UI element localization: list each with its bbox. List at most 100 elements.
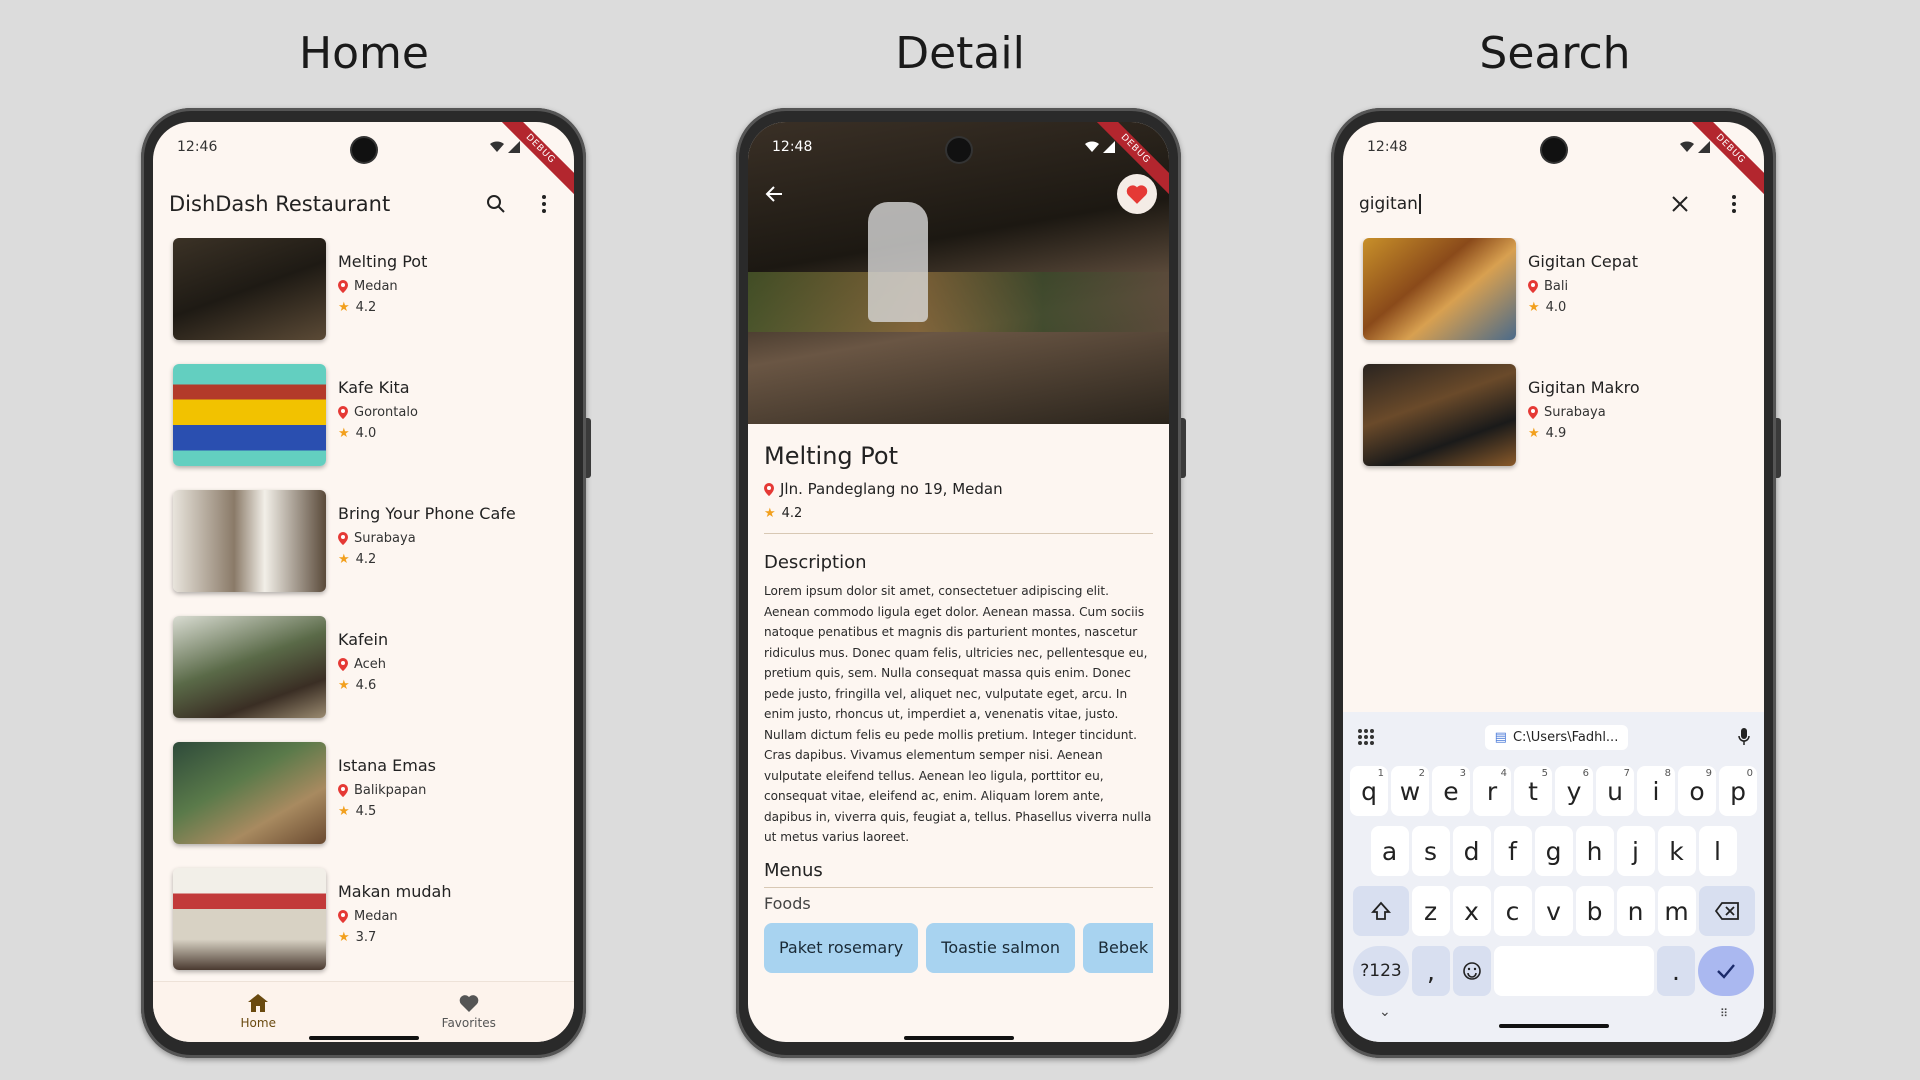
home-icon <box>248 994 269 1012</box>
restaurant-rating: 4.0 <box>355 426 377 441</box>
key-m[interactable]: m <box>1657 886 1696 936</box>
heart-icon <box>459 995 479 1012</box>
location-pin-icon <box>338 406 348 419</box>
favorite-button[interactable] <box>1117 174 1157 214</box>
key-s[interactable]: s <box>1411 826 1450 876</box>
key-r[interactable]: r4 <box>1473 766 1511 816</box>
home-indicator <box>1498 1024 1609 1028</box>
period-key[interactable]: . <box>1657 946 1695 996</box>
key-k[interactable]: k <box>1657 826 1696 876</box>
food-chip[interactable]: Bebek cr <box>1083 922 1153 973</box>
food-chip[interactable]: Paket rosemary <box>764 922 919 973</box>
keyboard-row-3: z x c v b n m <box>1343 886 1764 936</box>
search-results-list: Gigitan Cepat Bali ★ 4.0 Gigitan Makro Su… <box>1343 238 1764 498</box>
key-u[interactable]: u7 <box>1596 766 1634 816</box>
star-icon: ★ <box>1528 300 1540 315</box>
list-item[interactable]: Gigitan Cepat Bali ★ 4.0 <box>1343 238 1764 364</box>
key-o[interactable]: o9 <box>1678 766 1716 816</box>
space-key[interactable] <box>1494 946 1654 996</box>
more-vert-icon[interactable] <box>1720 190 1748 218</box>
key-h[interactable]: h <box>1575 826 1614 876</box>
restaurant-name: Kafein <box>338 630 389 649</box>
home-indicator <box>308 1036 419 1040</box>
location-pin-icon <box>764 482 774 496</box>
description-heading: Description <box>764 552 867 573</box>
emoji-key[interactable] <box>1453 946 1491 996</box>
apps-grid-icon[interactable] <box>1357 728 1375 746</box>
key-z[interactable]: z <box>1411 886 1450 936</box>
home-screen: DEBUG 12:46 DishDash Restaurant Melting … <box>153 122 574 1042</box>
food-chip[interactable]: Toastie salmon <box>926 922 1075 973</box>
close-icon[interactable] <box>1666 190 1694 218</box>
shift-key[interactable] <box>1352 886 1409 936</box>
list-item[interactable]: Istana Emas Balikpapan ★ 4.5 <box>153 742 574 868</box>
search-input[interactable]: gigitan <box>1359 194 1421 214</box>
restaurant-list: Melting Pot Medan ★ 4.2 Kafe Kita Goronta… <box>153 238 574 984</box>
list-item[interactable]: Kafein Aceh ★ 4.6 <box>153 616 574 742</box>
restaurant-name: Gigitan Makro <box>1528 378 1640 397</box>
list-item[interactable]: Bring Your Phone Cafe Surabaya ★ 4.2 <box>153 490 574 616</box>
nav-home[interactable]: Home <box>153 982 364 1042</box>
keyboard-row-4: ?123 , . <box>1343 946 1764 996</box>
wifi-icon <box>1085 141 1099 152</box>
key-d[interactable]: d <box>1452 826 1491 876</box>
backspace-icon <box>1714 902 1739 920</box>
key-e[interactable]: e3 <box>1432 766 1470 816</box>
keyboard-toolbar: ▤ C:\Users\Fadhl... <box>1343 712 1764 762</box>
comma-key[interactable]: , <box>1412 946 1450 996</box>
detail-body: Melting Pot Jln. Pandeglang no 19, Medan… <box>748 424 1169 1042</box>
microphone-icon[interactable] <box>1738 728 1750 746</box>
front-camera <box>351 138 376 162</box>
key-j[interactable]: j <box>1616 826 1655 876</box>
key-g[interactable]: g <box>1534 826 1573 876</box>
key-a[interactable]: a <box>1370 826 1409 876</box>
restaurant-name: Melting Pot <box>764 442 899 470</box>
symbols-key[interactable]: ?123 <box>1353 946 1409 996</box>
search-phone: DEBUG 12:48 gigitan Gigitan Cepat Bali ★… <box>1331 108 1781 1058</box>
back-arrow-icon[interactable] <box>764 184 788 208</box>
list-item[interactable]: Melting Pot Medan ★ 4.2 <box>153 238 574 364</box>
list-item[interactable]: Gigitan Makro Surabaya ★ 4.9 <box>1343 364 1764 490</box>
key-l[interactable]: l <box>1698 826 1737 876</box>
detail-screen-label: Detail <box>895 28 1025 79</box>
key-t[interactable]: t5 <box>1514 766 1552 816</box>
location-pin-icon <box>1528 406 1538 419</box>
nav-favorites[interactable]: Favorites <box>364 982 575 1042</box>
more-vert-icon[interactable] <box>530 190 558 218</box>
key-c[interactable]: c <box>1493 886 1532 936</box>
signal-icon <box>508 141 520 153</box>
divider <box>764 886 1153 888</box>
foods-heading: Foods <box>764 893 811 913</box>
key-q[interactable]: q1 <box>1350 766 1388 816</box>
backspace-key[interactable] <box>1698 886 1755 936</box>
restaurant-city: Surabaya <box>1544 405 1606 420</box>
restaurant-rating: 4.2 <box>781 506 803 521</box>
restaurant-name: Melting Pot <box>338 252 428 271</box>
restaurant-thumbnail <box>173 868 326 970</box>
key-f[interactable]: f <box>1493 826 1532 876</box>
list-item[interactable]: Makan mudah Medan ★ 3.7 <box>153 868 574 984</box>
keyboard-switch-icon[interactable]: ⠿ <box>1720 1007 1728 1020</box>
search-bar: gigitan <box>1343 172 1764 236</box>
key-y[interactable]: y6 <box>1555 766 1593 816</box>
star-icon: ★ <box>338 930 350 945</box>
key-b[interactable]: b <box>1575 886 1614 936</box>
key-x[interactable]: x <box>1452 886 1491 936</box>
key-p[interactable]: p0 <box>1719 766 1757 816</box>
keyboard-collapse-icon[interactable]: ⌄ <box>1379 1004 1391 1020</box>
restaurant-thumbnail <box>173 490 326 592</box>
key-v[interactable]: v <box>1534 886 1573 936</box>
clipboard-suggestion[interactable]: ▤ C:\Users\Fadhl... <box>1484 724 1629 750</box>
list-item[interactable]: Kafe Kita Gorontalo ★ 4.0 <box>153 364 574 490</box>
search-icon[interactable] <box>482 190 510 218</box>
restaurant-thumbnail <box>1363 364 1516 466</box>
restaurant-name: Bring Your Phone Cafe <box>338 504 516 523</box>
restaurant-rating: 4.2 <box>355 300 377 315</box>
enter-key[interactable] <box>1698 946 1754 996</box>
star-icon: ★ <box>338 426 350 441</box>
keyboard-row-1: q1 w2 e3 r4 t5 y6 u7 i8 o9 p0 <box>1343 766 1764 816</box>
key-i[interactable]: i8 <box>1637 766 1675 816</box>
key-w[interactable]: w2 <box>1391 766 1429 816</box>
location-pin-icon <box>338 532 348 545</box>
key-n[interactable]: n <box>1616 886 1655 936</box>
